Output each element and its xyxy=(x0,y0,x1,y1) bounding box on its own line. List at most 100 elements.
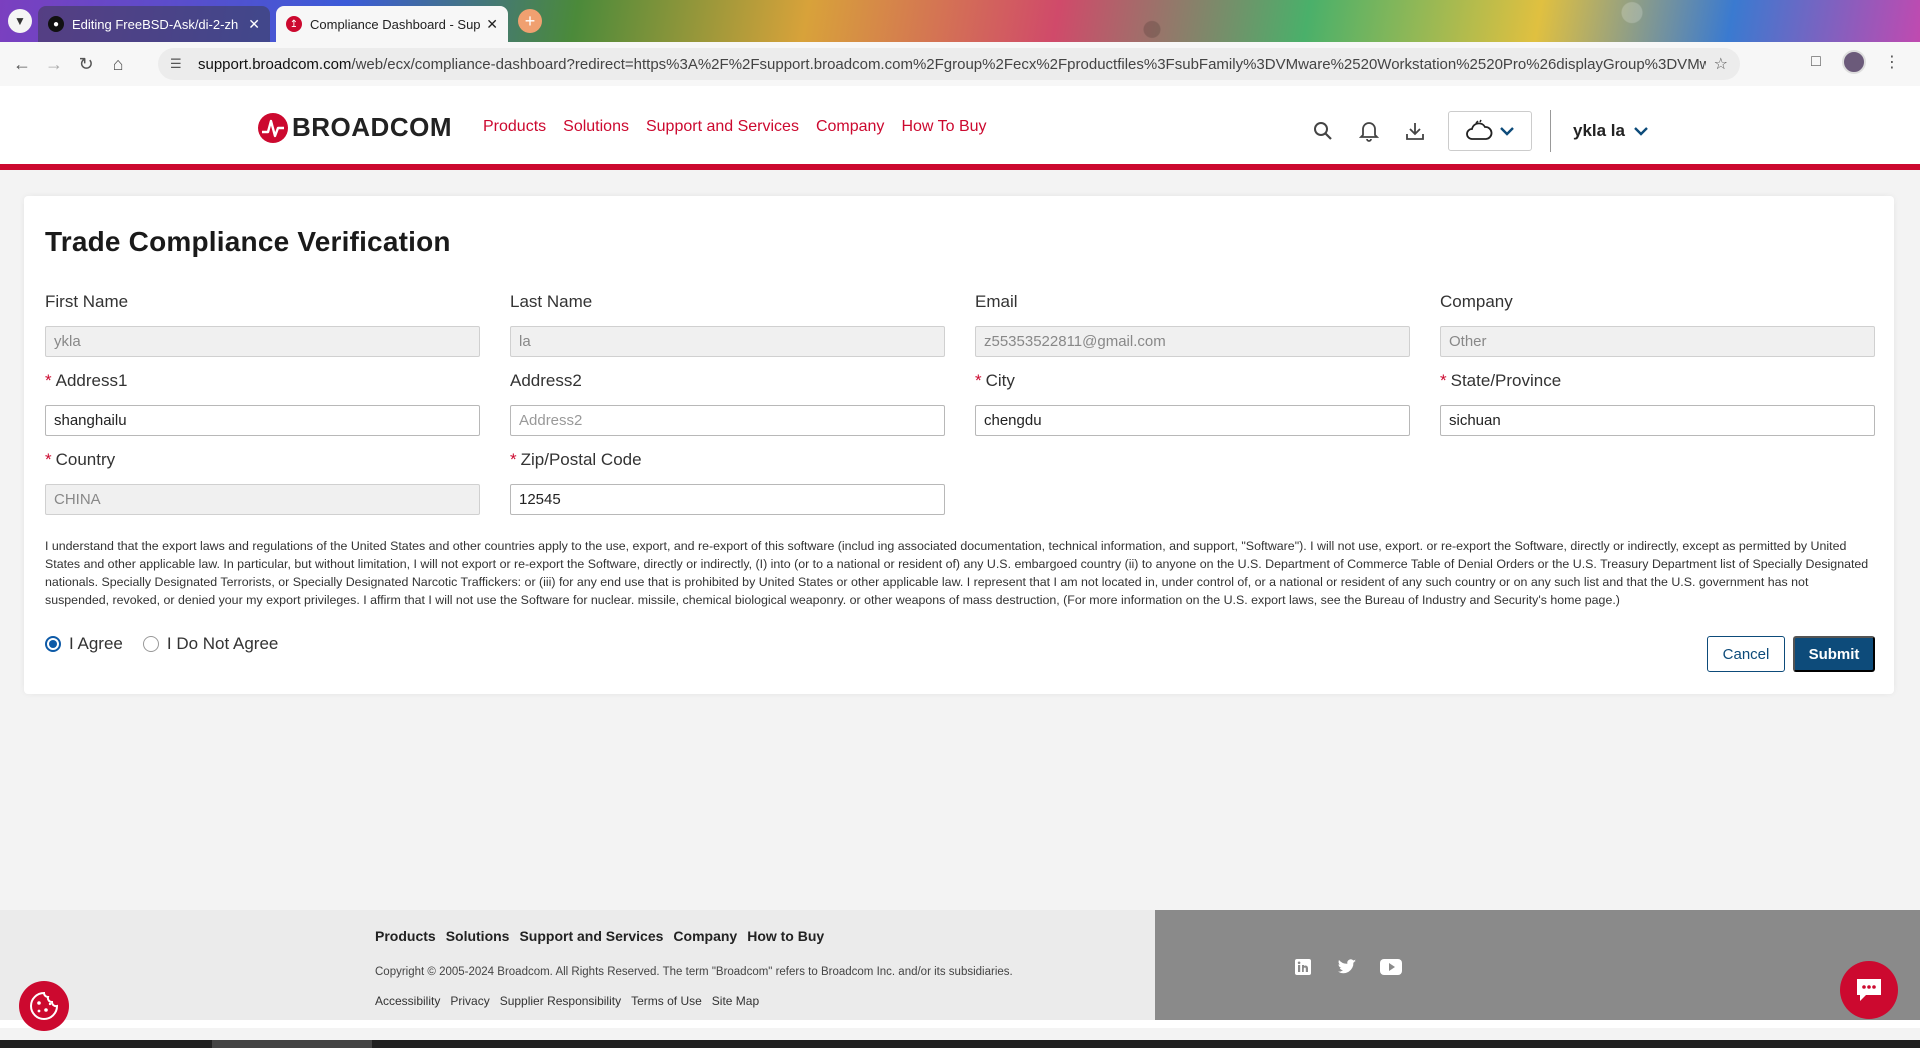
last-name-group: Last Name xyxy=(510,292,945,357)
state-label: * State/Province xyxy=(1440,371,1875,393)
site-footer: Products Solutions Support and Services … xyxy=(0,910,1155,1020)
address2-field[interactable] xyxy=(510,405,945,436)
zip-field[interactable] xyxy=(510,484,945,515)
broadcom-favicon-icon: ↥ xyxy=(286,16,302,32)
address1-field[interactable] xyxy=(45,405,480,436)
address-bar[interactable]: ☰ support.broadcom.com/web/ecx/complianc… xyxy=(158,48,1740,80)
zip-label-text: Zip/Postal Code xyxy=(520,450,642,469)
export-compliance-statement: I understand that the export laws and re… xyxy=(45,539,1869,607)
agree-radio[interactable]: I Agree xyxy=(45,634,123,654)
footer-social-panel xyxy=(1155,910,1920,1020)
browser-tab-bar: ▼ ● Editing FreeBSD-Ask/di-2-zh ✕ ↥ Comp… xyxy=(0,0,1920,42)
url-path: /web/ecx/compliance-dashboard?redirect=h… xyxy=(351,55,1706,73)
footer-nav-how-to-buy[interactable]: How to Buy xyxy=(747,928,824,944)
state-group: * State/Province xyxy=(1440,371,1875,436)
disagree-radio[interactable]: I Do Not Agree xyxy=(142,634,279,654)
header-divider xyxy=(1550,110,1551,152)
nav-solutions[interactable]: Solutions xyxy=(563,118,629,136)
chevron-down-icon xyxy=(1500,127,1514,136)
close-icon[interactable]: ✕ xyxy=(486,16,498,33)
first-name-group: First Name xyxy=(45,292,480,357)
company-label: Company xyxy=(1440,292,1513,311)
last-name-label: Last Name xyxy=(510,292,593,311)
required-marker: * xyxy=(1440,371,1447,390)
broadcom-logo-mark-icon xyxy=(258,112,288,143)
twitter-icon[interactable] xyxy=(1336,956,1358,978)
main-nav: Products Solutions Support and Services … xyxy=(483,118,987,136)
bookmark-star-icon[interactable]: ☆ xyxy=(1714,54,1728,74)
new-tab-button[interactable]: + xyxy=(518,9,542,33)
nav-company[interactable]: Company xyxy=(816,118,884,136)
browser-tab-compliance[interactable]: ↥ Compliance Dashboard - Sup ✕ xyxy=(276,6,508,42)
required-marker: * xyxy=(45,371,52,390)
cookie-settings-button[interactable] xyxy=(19,981,69,1031)
first-name-field xyxy=(45,326,480,357)
tab-search-icon[interactable]: ▼ xyxy=(8,9,32,33)
footer-link-supplier-responsibility[interactable]: Supplier Responsibility xyxy=(500,994,621,1008)
chat-bubble-icon xyxy=(1857,979,1881,1001)
address1-label: * Address1 xyxy=(45,371,480,393)
tab-title: Editing FreeBSD-Ask/di-2-zh xyxy=(72,16,239,32)
profile-avatar[interactable] xyxy=(1842,50,1866,74)
cancel-button[interactable]: Cancel xyxy=(1707,636,1785,672)
footer-nav-solutions[interactable]: Solutions xyxy=(446,928,510,944)
reload-icon[interactable]: ↻ xyxy=(70,48,102,80)
footer-nav-support-and-services[interactable]: Support and Services xyxy=(519,928,663,944)
copyright-text: Copyright © 2005-2024 Broadcom. All Righ… xyxy=(375,966,1013,978)
user-menu[interactable]: ykla la xyxy=(1573,121,1649,141)
broadcom-logo[interactable]: BROADCOM xyxy=(258,112,452,143)
agreement-radio-group: I Agree I Do Not Agree xyxy=(45,634,298,654)
first-name-label: First Name xyxy=(45,292,129,311)
close-icon[interactable]: ✕ xyxy=(248,16,260,33)
footer-link-site-map[interactable]: Site Map xyxy=(712,994,759,1008)
back-icon[interactable]: ← xyxy=(6,48,38,80)
footer-nav-company[interactable]: Company xyxy=(673,928,737,944)
site-info-icon[interactable]: ☰ xyxy=(170,56,188,72)
home-icon[interactable]: ⌂ xyxy=(102,48,134,80)
youtube-icon[interactable] xyxy=(1380,956,1402,978)
address1-label-text: Address1 xyxy=(55,371,128,390)
submit-button[interactable]: Submit xyxy=(1793,636,1875,672)
cloud-switcher-button[interactable] xyxy=(1448,111,1532,151)
agree-label: I Agree xyxy=(69,634,123,653)
email-field xyxy=(975,326,1410,357)
compliance-form-card: Trade Compliance Verification First Name… xyxy=(24,196,1894,694)
footer-nav-products[interactable]: Products xyxy=(375,928,436,944)
city-label-text: City xyxy=(985,371,1015,390)
city-field[interactable] xyxy=(975,405,1410,436)
required-marker: * xyxy=(510,450,517,469)
url-text[interactable]: support.broadcom.com/web/ecx/compliance-… xyxy=(198,56,1706,73)
chat-button[interactable] xyxy=(1840,961,1898,1019)
address1-group: * Address1 xyxy=(45,371,480,436)
header-actions: ykla la xyxy=(1300,110,1649,152)
bell-icon[interactable] xyxy=(1346,113,1392,149)
search-icon[interactable] xyxy=(1300,113,1346,149)
nav-products[interactable]: Products xyxy=(483,118,546,136)
tab-title: Compliance Dashboard - Sup xyxy=(310,16,481,32)
footer-link-accessibility[interactable]: Accessibility xyxy=(375,994,440,1008)
cloud-icon xyxy=(1466,119,1493,140)
nav-how-to-buy[interactable]: How To Buy xyxy=(901,118,986,136)
linkedin-icon[interactable] xyxy=(1292,956,1314,978)
country-group: * Country xyxy=(45,450,480,515)
browser-toolbar: ← → ↻ ⌂ ☰ support.broadcom.com/web/ecx/c… xyxy=(0,42,1920,86)
browser-menu-icon[interactable]: ⋮ xyxy=(1878,48,1906,76)
country-label: * Country xyxy=(45,450,480,472)
city-label: * City xyxy=(975,371,1410,393)
zip-label: * Zip/Postal Code xyxy=(510,450,945,472)
state-field[interactable] xyxy=(1440,405,1875,436)
taskbar-active-item[interactable] xyxy=(212,1040,372,1048)
footer-link-terms-of-use[interactable]: Terms of Use xyxy=(631,994,702,1008)
download-icon[interactable] xyxy=(1392,113,1438,149)
github-icon: ● xyxy=(48,16,64,32)
browser-tab-editing[interactable]: ● Editing FreeBSD-Ask/di-2-zh ✕ xyxy=(38,6,270,42)
company-field xyxy=(1440,326,1875,357)
extensions-icon[interactable]: □ xyxy=(1802,48,1830,76)
nav-support-and-services[interactable]: Support and Services xyxy=(646,118,799,136)
user-name: ykla la xyxy=(1573,121,1625,140)
forward-icon[interactable]: → xyxy=(38,48,70,80)
radio-unchecked-icon xyxy=(142,636,159,652)
footer-link-privacy[interactable]: Privacy xyxy=(450,994,489,1008)
state-label-text: State/Province xyxy=(1450,371,1562,390)
disagree-label: I Do Not Agree xyxy=(166,634,279,653)
